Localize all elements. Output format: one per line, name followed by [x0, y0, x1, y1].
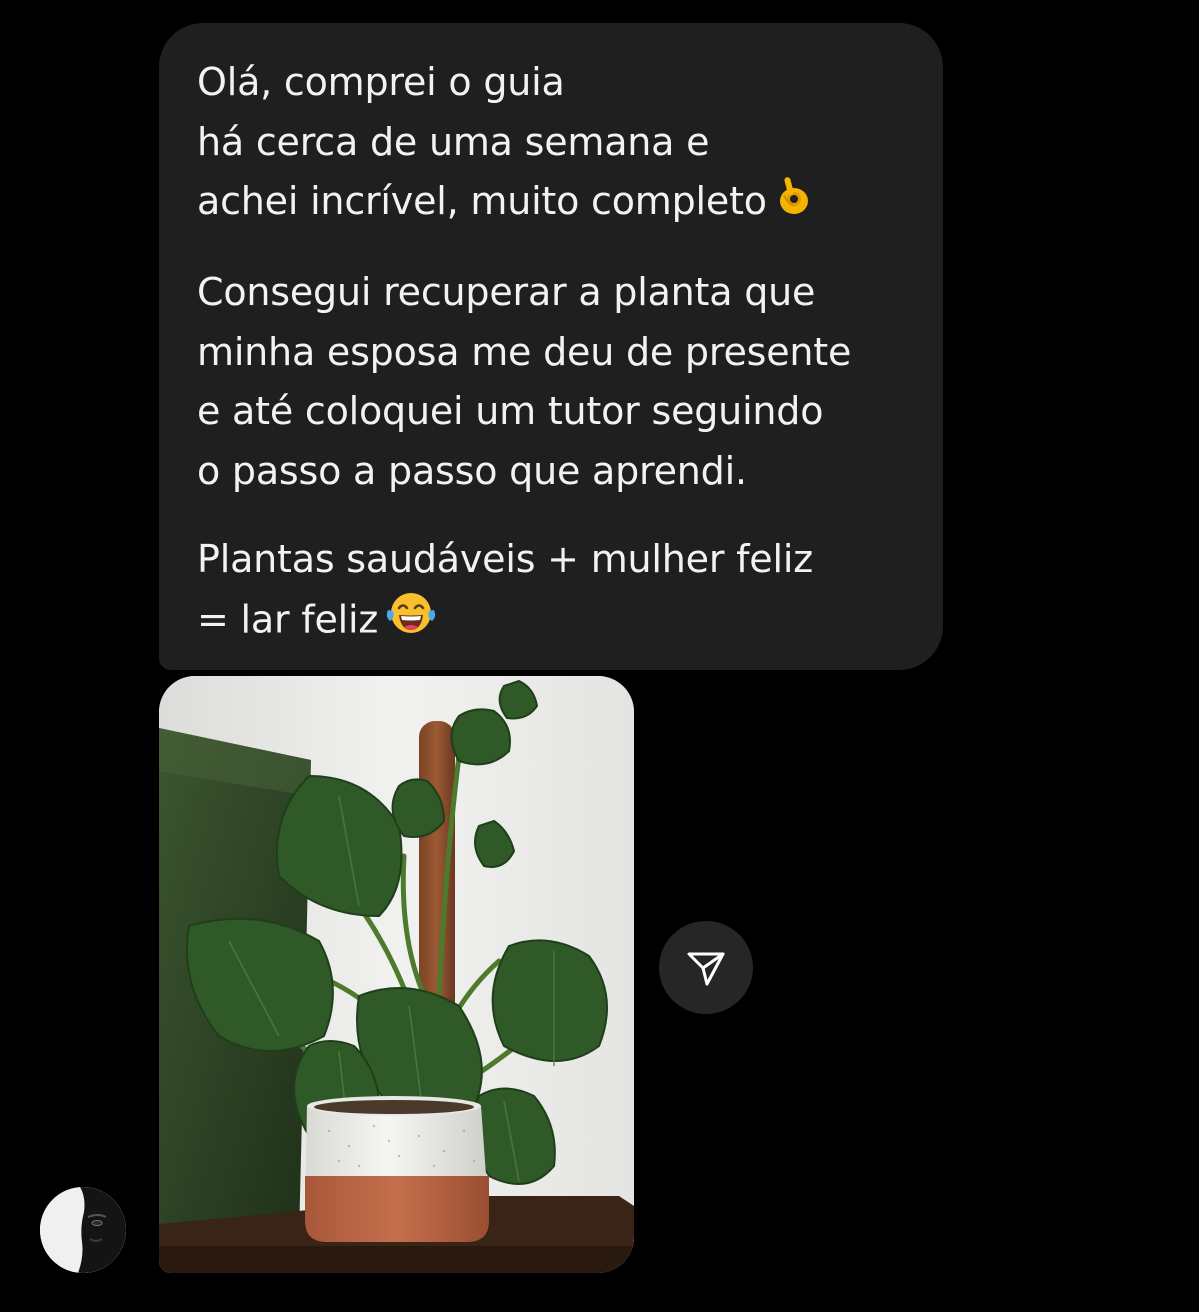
sender-avatar-image	[40, 1187, 126, 1273]
tears-of-joy-emoji-icon	[384, 590, 438, 654]
message-paragraph-2: Consegui recuperar a planta que minha es…	[197, 263, 903, 501]
message-bubble[interactable]: Olá, comprei o guia há cerca de uma sema…	[159, 23, 943, 670]
paper-plane-icon	[687, 952, 725, 985]
sender-avatar[interactable]	[40, 1187, 126, 1273]
houseplant-photo	[159, 676, 634, 1273]
message-text-2: Consegui recuperar a planta que minha es…	[197, 270, 852, 493]
message-text-3: Plantas saudáveis + mulher feliz = lar f…	[197, 537, 813, 641]
ok-hand-emoji-icon	[773, 173, 815, 235]
plant-photo-attachment[interactable]	[159, 676, 634, 1273]
message-paragraph-3: Plantas saudáveis + mulher feliz = lar f…	[197, 530, 903, 653]
message-text-1: Olá, comprei o guia há cerca de uma sema…	[197, 60, 767, 223]
message-paragraph-1: Olá, comprei o guia há cerca de uma sema…	[197, 53, 903, 234]
share-button[interactable]	[659, 921, 753, 1014]
